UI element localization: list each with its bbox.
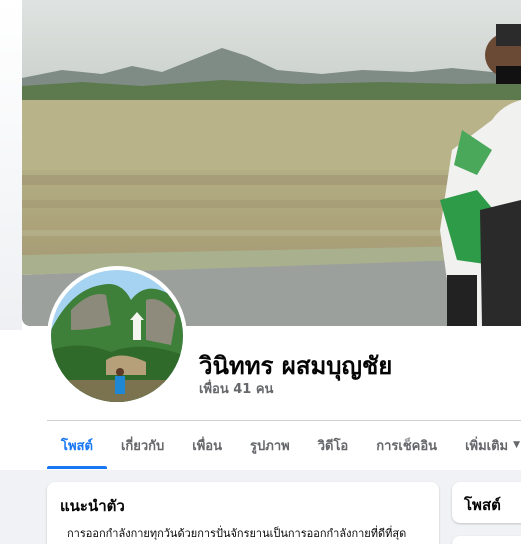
tab-photos[interactable]: รูปภาพ [236, 421, 304, 469]
tab-more[interactable]: เพิ่มเติม ▼ [451, 421, 521, 469]
tab-friends[interactable]: เพื่อน [178, 421, 236, 469]
posts-panel-secondary [452, 536, 521, 544]
tab-photos-label: รูปภาพ [250, 438, 290, 454]
tab-checkins-label: การเช็คอิน [376, 438, 438, 454]
profile-header: วินิททร ผสมบุญชัย เพื่อน 41 คน โพสต์ เกี… [0, 0, 521, 470]
intro-bio: การออกกำลังกายทุกวันด้วยการปั่นจักรยานเป… [67, 527, 407, 540]
posts-panel-title: โพสต์ [464, 496, 501, 514]
chevron-down-icon: ▼ [513, 440, 521, 450]
profile-picture[interactable] [51, 270, 183, 402]
friends-count[interactable]: เพื่อน 41 คน [199, 378, 273, 399]
tab-posts-label: โพสต์ [61, 438, 93, 454]
tab-posts[interactable]: โพสต์ [47, 421, 107, 469]
profile-picture-ring[interactable] [47, 266, 187, 406]
profile-tabs: โพสต์ เกี่ยวกับ เพื่อน รูปภาพ วิดีโอ การ… [47, 421, 521, 469]
tab-about-label: เกี่ยวกับ [120, 438, 165, 454]
tab-videos-label: วิดีโอ [317, 438, 349, 454]
intro-card: แนะนำตัว การออกกำลังกายทุกวันด้วยการปั่น… [47, 482, 439, 544]
intro-title: แนะนำตัว [60, 497, 125, 515]
posts-panel: โพสต์ [452, 482, 521, 523]
left-fade [0, 0, 22, 330]
tab-checkins[interactable]: การเช็คอิน [362, 421, 451, 469]
tab-more-label: เพิ่มเติม [465, 438, 509, 454]
tab-videos[interactable]: วิดีโอ [304, 421, 363, 469]
tab-friends-label: เพื่อน [192, 438, 223, 454]
tab-about[interactable]: เกี่ยวกับ [107, 421, 178, 469]
